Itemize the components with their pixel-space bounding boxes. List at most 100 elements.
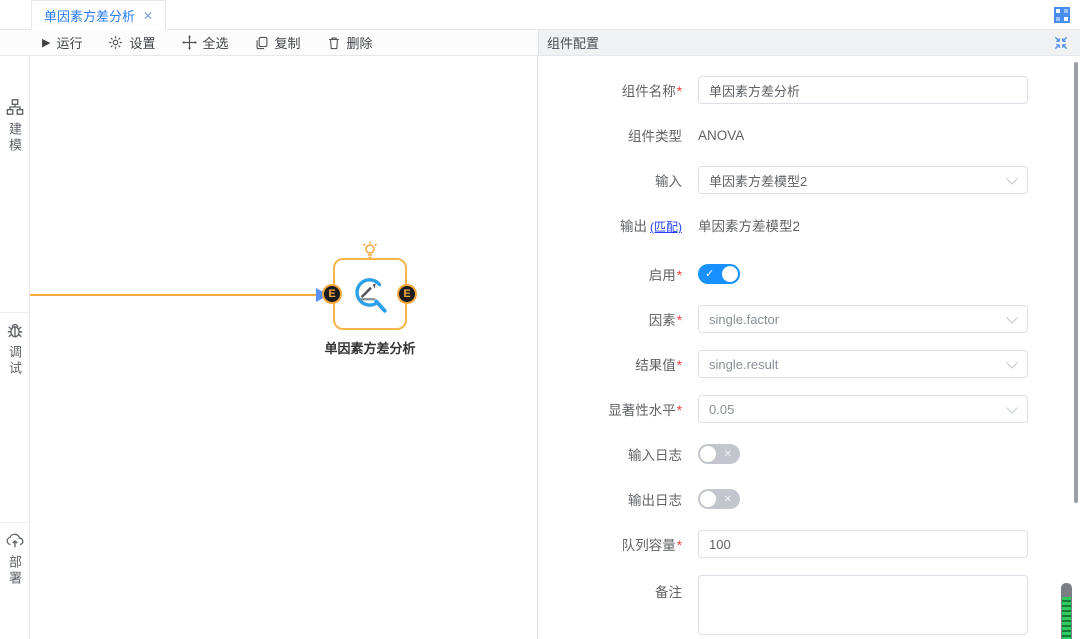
field-label: 备注 <box>548 575 698 601</box>
required-mark: * <box>677 268 682 283</box>
toggle-knob <box>700 446 716 462</box>
input-select[interactable]: 单因素方差模型2 <box>698 166 1028 194</box>
input-select-value: 单因素方差模型2 <box>709 171 807 190</box>
delete-button[interactable]: 删除 <box>327 33 373 52</box>
remarks-textarea[interactable] <box>698 575 1028 635</box>
factor-select[interactable]: single.factor <box>698 305 1028 333</box>
required-mark: * <box>677 403 682 418</box>
field-label: 输出(匹配) <box>548 215 698 235</box>
run-button[interactable]: ▶ 运行 <box>42 33 82 52</box>
toggle-knob <box>700 491 716 507</box>
sidebar-label-debug: 调试 <box>5 345 24 377</box>
form-row-factor: 因素* single.factor <box>548 305 1080 333</box>
field-label: 组件类型 <box>548 125 698 145</box>
form-row-queue-capacity: 队列容量* <box>548 530 1080 558</box>
run-icon: ▶ <box>42 36 50 49</box>
component-type-value: ANOVA <box>698 128 744 143</box>
cloud-upload-icon <box>6 531 24 549</box>
main-area: 建模 调试 部署 <box>0 56 1080 639</box>
gear-icon <box>108 35 123 50</box>
field-label: 结果值* <box>548 354 698 374</box>
sidebar-label-deploy: 部署 <box>5 555 24 587</box>
sitemap-icon <box>6 98 24 116</box>
form-row-enable: 启用* ✓ <box>548 260 1080 288</box>
connection-line <box>30 294 320 296</box>
form-row-remarks: 备注 <box>548 575 1080 638</box>
left-sidebar: 建模 调试 部署 <box>0 56 30 639</box>
node-label: 单因素方差分析 <box>300 338 440 357</box>
sidebar-item-modeling[interactable]: 建模 <box>5 98 24 154</box>
required-mark: * <box>677 84 682 99</box>
anova-node[interactable] <box>333 258 407 330</box>
check-icon: ✓ <box>705 265 714 283</box>
select-all-icon <box>182 35 197 50</box>
field-label: 显著性水平* <box>548 399 698 419</box>
significance-select-value: 0.05 <box>709 402 734 417</box>
copy-label: 复制 <box>275 33 301 52</box>
enable-toggle[interactable]: ✓ <box>698 264 740 284</box>
field-label: 组件名称* <box>548 80 698 100</box>
form-row-output-log: 输出日志 ✕ <box>548 485 1080 513</box>
tab-anova[interactable]: 单因素方差分析 ✕ <box>31 0 166 30</box>
queue-capacity-input[interactable] <box>698 530 1028 558</box>
battery-indicator <box>1061 583 1072 639</box>
output-port[interactable]: E <box>397 284 417 304</box>
tab-close-icon[interactable]: ✕ <box>143 9 153 23</box>
apps-grid-icon[interactable] <box>1054 7 1070 23</box>
panel-header: 组件配置 <box>538 30 1080 56</box>
form-row-component-type: 组件类型 ANOVA <box>548 121 1080 149</box>
required-mark: * <box>677 313 682 328</box>
form-row-input-log: 输入日志 ✕ <box>548 440 1080 468</box>
form-row-output: 输出(匹配) 单因素方差模型2 <box>548 211 1080 239</box>
form-row-component-name: 组件名称* <box>548 76 1080 104</box>
result-select-value: single.result <box>709 357 778 372</box>
sidebar-label-modeling: 建模 <box>5 122 24 154</box>
output-log-toggle[interactable]: ✕ <box>698 489 740 509</box>
delete-label: 删除 <box>347 33 373 52</box>
run-label: 运行 <box>56 33 82 52</box>
field-label: 队列容量* <box>548 534 698 554</box>
tab-bar: 单因素方差分析 ✕ <box>0 0 1080 30</box>
config-panel: 组件名称* 组件类型 ANOVA 输入 单因素方差模型2 输出(匹配) 单因素方… <box>538 56 1080 639</box>
cross-icon: ✕ <box>724 491 732 509</box>
input-log-toggle[interactable]: ✕ <box>698 444 740 464</box>
panel-title: 组件配置 <box>547 33 599 52</box>
battery-level <box>1062 597 1071 639</box>
output-port-label: E <box>403 288 410 300</box>
sidebar-item-debug[interactable]: 调试 <box>5 321 24 377</box>
field-label: 启用* <box>548 264 698 284</box>
required-mark: * <box>677 538 682 553</box>
factor-select-value: single.factor <box>709 312 779 327</box>
select-all-button[interactable]: 全选 <box>182 33 229 52</box>
input-port[interactable]: E <box>322 284 342 304</box>
second-row: ▶ 运行 设置 全选 复制 <box>0 30 1080 56</box>
tab-label: 单因素方差分析 <box>44 6 135 25</box>
copy-button[interactable]: 复制 <box>255 33 301 52</box>
field-label: 输入日志 <box>548 444 698 464</box>
trash-icon <box>327 36 341 50</box>
form-row-result: 结果值* single.result <box>548 350 1080 378</box>
significance-select[interactable]: 0.05 <box>698 395 1028 423</box>
bug-icon <box>6 321 24 339</box>
collapse-icon[interactable] <box>1054 36 1068 50</box>
match-link[interactable]: (匹配) <box>650 220 682 234</box>
form-row-input: 输入 单因素方差模型2 <box>548 166 1080 194</box>
sidebar-item-deploy[interactable]: 部署 <box>5 531 24 587</box>
result-select[interactable]: single.result <box>698 350 1028 378</box>
settings-label: 设置 <box>129 33 155 52</box>
analysis-magnifier-icon <box>349 273 391 315</box>
input-port-label: E <box>328 288 335 300</box>
lightbulb-icon <box>360 240 380 260</box>
settings-button[interactable]: 设置 <box>108 33 155 52</box>
form-row-significance: 显著性水平* 0.05 <box>548 395 1080 423</box>
output-value: 单因素方差模型2 <box>698 219 800 234</box>
toggle-knob <box>722 266 738 282</box>
field-label: 输入 <box>548 170 698 190</box>
field-label: 输出日志 <box>548 489 698 509</box>
required-mark: * <box>677 358 682 373</box>
cross-icon: ✕ <box>724 446 732 464</box>
panel-scrollbar[interactable] <box>1074 62 1078 503</box>
component-name-input[interactable] <box>698 76 1028 104</box>
flow-canvas[interactable]: E E 单因素方差分析 <box>30 56 538 639</box>
canvas-toolbar: ▶ 运行 设置 全选 复制 <box>0 30 538 56</box>
